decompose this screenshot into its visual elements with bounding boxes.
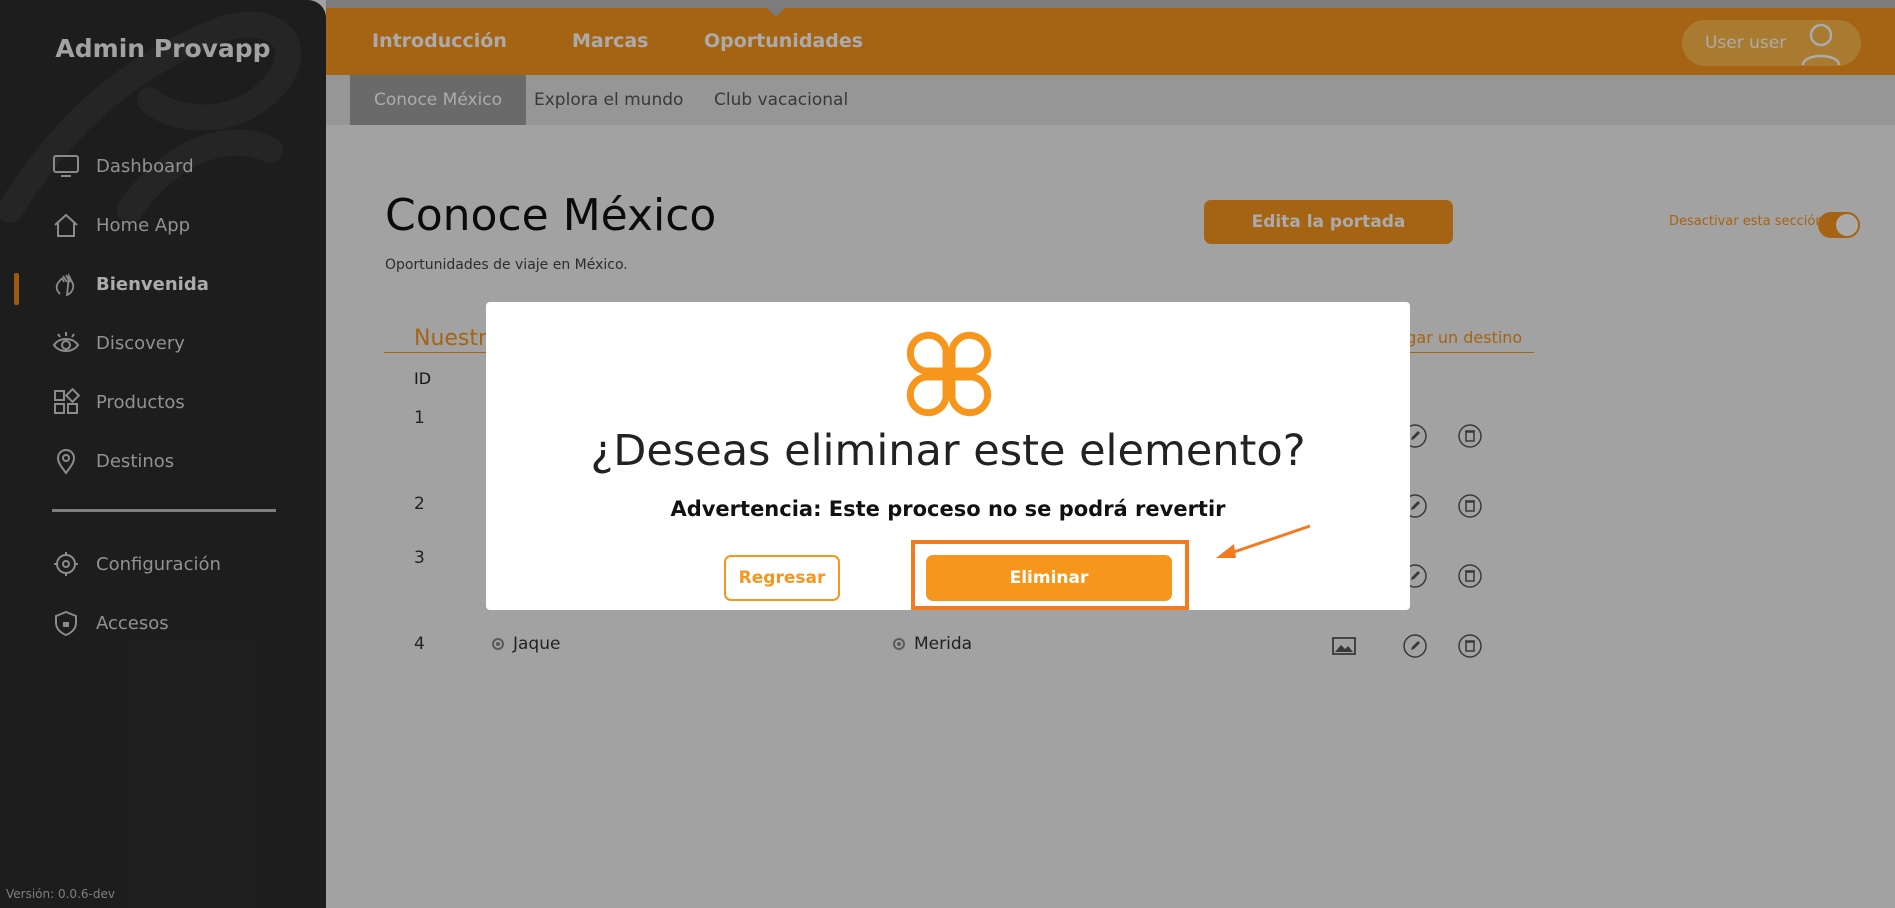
section-title: Nuestr — [414, 326, 488, 351]
confirm-delete-modal: ¿Deseas eliminar este elemento? Adverten… — [486, 302, 1410, 610]
location-pin-icon — [56, 449, 76, 475]
delete-button[interactable]: Eliminar — [926, 555, 1172, 601]
tab-explora-el-mundo[interactable]: Explora el mundo — [534, 75, 683, 125]
sidebar-item-configuracion[interactable]: Configuración — [52, 550, 221, 578]
row-id: 4 — [414, 634, 425, 654]
topnav-oportunidades[interactable]: Oportunidades — [704, 30, 863, 52]
sidebar-item-accesos[interactable]: Accesos — [52, 609, 169, 637]
tab-club-vacacional[interactable]: Club vacacional — [714, 75, 848, 125]
modal-warning: Advertencia: Este proceso no se podrá re… — [670, 497, 1226, 521]
row-name-cell: Jaque — [492, 634, 560, 654]
back-button[interactable]: Regresar — [724, 555, 840, 601]
monitor-icon — [53, 155, 79, 177]
gear-icon — [54, 552, 78, 576]
page-subtitle: Oportunidades de viaje en México. — [385, 257, 628, 273]
toggle-label: Desactivar esta sección — [1669, 214, 1824, 229]
edit-cover-button[interactable]: Edita la portada — [1204, 200, 1453, 244]
row-name: Jaque — [513, 634, 561, 654]
sidebar-item-label: Discovery — [96, 332, 185, 354]
sidebar-item-home-app[interactable]: Home App — [52, 211, 190, 239]
shield-icon — [55, 610, 77, 637]
user-menu-button[interactable]: User user — [1682, 20, 1861, 66]
active-nav-marker — [14, 273, 19, 305]
user-name: User user — [1705, 33, 1787, 53]
sidebar-item-label: Productos — [96, 391, 185, 413]
sidebar-divider — [52, 509, 276, 512]
modal-title: ¿Deseas eliminar este elemento? — [590, 426, 1306, 476]
sidebar-item-label: Accesos — [96, 612, 169, 634]
active-nav-caret-icon — [766, 7, 786, 17]
sidebar-item-destinos[interactable]: Destinos — [52, 447, 174, 475]
sidebar-item-label: Destinos — [96, 450, 175, 472]
row-destination-cell: Merida — [893, 634, 972, 654]
row-id: 1 — [414, 408, 425, 428]
waving-hand-icon — [55, 272, 75, 297]
tab-conoce-mexico[interactable]: Conoce México — [350, 75, 527, 125]
column-header-id: ID — [414, 369, 432, 388]
top-navigation-bar: Introducción Marcas Oportunidades User u… — [326, 0, 1895, 75]
sub-navigation-bar: Conoce México Explora el mundo Club vaca… — [326, 75, 1895, 125]
eye-icon — [52, 332, 80, 352]
arrow-annotation-icon — [1216, 524, 1311, 558]
sidebar-item-label: Dashboard — [96, 155, 194, 177]
sidebar-item-label: Configuración — [96, 553, 221, 575]
row-destination: Merida — [914, 634, 973, 654]
clover-logo-icon — [906, 331, 992, 417]
topnav-introduccion[interactable]: Introducción — [372, 30, 507, 52]
topnav-marcas[interactable]: Marcas — [572, 30, 649, 52]
trash-icon[interactable] — [1457, 563, 1483, 589]
sidebar-item-bienvenida[interactable]: Bienvenida — [52, 270, 209, 298]
app-brand: Admin Provapp — [55, 34, 271, 63]
sidebar-item-discovery[interactable]: Discovery — [52, 329, 185, 357]
radio-icon[interactable] — [893, 638, 905, 650]
sidebar-item-label: Home App — [96, 214, 191, 236]
radio-icon[interactable] — [492, 638, 504, 650]
section-toggle[interactable] — [1818, 212, 1860, 238]
row-id: 3 — [414, 548, 425, 568]
sidebar: Admin Provapp Dashboard Home App Bienven… — [0, 0, 326, 908]
row-id: 2 — [414, 494, 425, 514]
trash-icon[interactable] — [1457, 423, 1483, 449]
sidebar-item-dashboard[interactable]: Dashboard — [52, 152, 194, 180]
trash-icon[interactable] — [1457, 633, 1483, 659]
trash-icon[interactable] — [1457, 493, 1483, 519]
user-avatar-icon — [1801, 23, 1841, 66]
grid-icon — [54, 388, 80, 414]
edit-icon[interactable] — [1402, 633, 1428, 659]
sidebar-item-label: Bienvenida — [96, 273, 209, 295]
image-icon[interactable] — [1331, 633, 1357, 659]
version-label: Versión: 0.0.6-dev — [6, 887, 115, 901]
home-icon — [54, 213, 78, 237]
page-title: Conoce México — [385, 190, 717, 241]
sidebar-item-productos[interactable]: Productos — [52, 388, 185, 416]
